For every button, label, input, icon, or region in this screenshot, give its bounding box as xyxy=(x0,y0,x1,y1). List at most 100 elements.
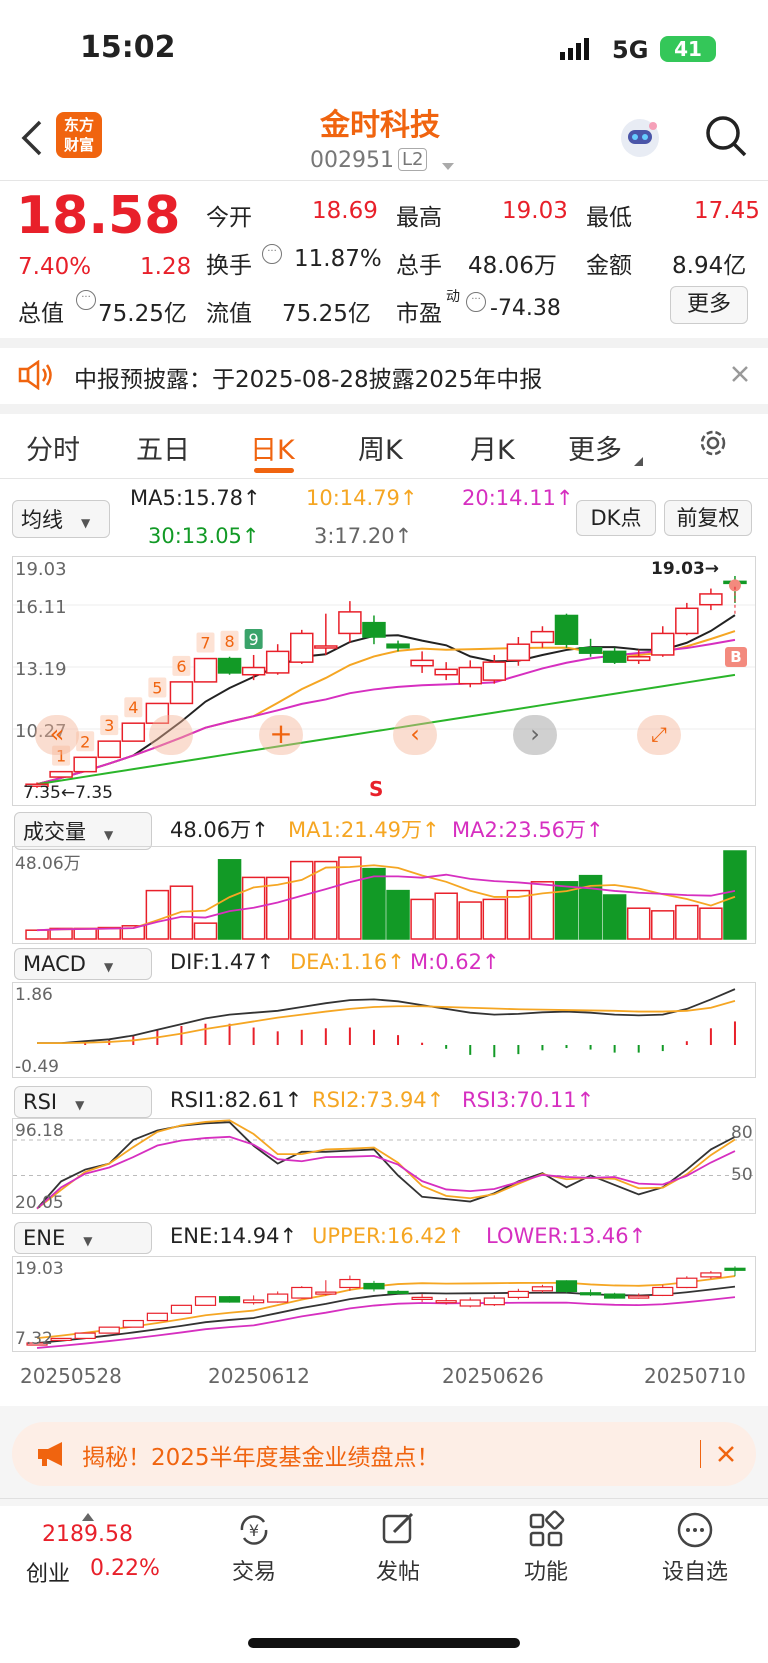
more-button[interactable]: 更多 xyxy=(670,286,748,324)
info-dots-icon[interactable]: ··· xyxy=(262,244,282,264)
caret-down-icon: ▼ xyxy=(75,1098,85,1112)
zoom-in-button[interactable]: + xyxy=(259,715,303,755)
scroll-right-button[interactable]: › xyxy=(513,715,557,755)
caret-down-icon: ▼ xyxy=(103,960,114,974)
settings-gear-icon[interactable] xyxy=(696,426,730,460)
rsi-line xyxy=(36,1119,736,1210)
scroll-left-button[interactable]: ‹ xyxy=(393,715,437,755)
macd-dif: DIF:1.47↑ xyxy=(170,950,275,974)
volume-bar xyxy=(602,894,627,940)
edit-icon xyxy=(382,1512,414,1544)
rsi-panel[interactable]: 96.18 20.05 80 50 xyxy=(12,1118,756,1214)
ma20-value: 20:14.11↑ xyxy=(462,486,574,510)
nav-trade[interactable]: ¥ 交易 xyxy=(214,1510,294,1590)
buy-signal-badge: B xyxy=(725,647,747,667)
date-label-3: 20250626 xyxy=(442,1364,544,1388)
close-icon[interactable] xyxy=(716,1444,736,1464)
ene-candle-body xyxy=(363,1282,385,1290)
candle-body xyxy=(699,593,723,606)
volume-panel[interactable]: 48.06万 xyxy=(12,846,756,944)
indicator-select-ene[interactable]: ENE ▼ xyxy=(14,1222,152,1254)
indicator-select-macd[interactable]: MACD ▼ xyxy=(14,948,152,980)
macd-axis-bottom: -0.49 xyxy=(15,1057,59,1077)
yuan-cycle-icon: ¥ xyxy=(240,1515,268,1545)
fullscreen-icon[interactable]: ⤢ xyxy=(637,715,681,755)
info-dots-icon[interactable]: ··· xyxy=(76,290,96,310)
notice-text[interactable]: 中报预披露：于2025-08-28披露2025年中报 xyxy=(74,360,542,394)
volume-bar xyxy=(410,898,434,940)
section-gap xyxy=(0,404,768,414)
scroll-left-fast-button[interactable]: « xyxy=(35,715,79,755)
rsi-axis-top: 96.18 xyxy=(15,1121,64,1141)
volume-bar xyxy=(434,892,458,940)
indicator-select-rsi[interactable]: RSI ▼ xyxy=(14,1086,152,1118)
close-icon[interactable] xyxy=(730,364,750,384)
high-value: 19.03 xyxy=(502,198,568,224)
ene-panel[interactable]: 19.03 7.32 xyxy=(12,1256,756,1352)
high-label: 最高 xyxy=(396,205,442,231)
zoom-out-button[interactable] xyxy=(149,715,193,755)
candle-body xyxy=(458,666,482,685)
level-badge[interactable]: L2 xyxy=(398,148,428,171)
index-value: 2189.58 xyxy=(42,1522,133,1547)
ene-candle-body xyxy=(652,1286,674,1297)
rsi-line xyxy=(36,1135,736,1210)
last-price: 18.58 xyxy=(16,186,181,246)
candle-body xyxy=(434,668,458,676)
ene-candle-body xyxy=(170,1304,193,1314)
tab-intraday[interactable]: 分时 xyxy=(26,428,80,467)
ene-candle-body xyxy=(411,1296,433,1300)
search-icon[interactable] xyxy=(704,114,748,158)
ma5-value: MA5:15.78↑ xyxy=(130,486,261,510)
ene-candle-body xyxy=(194,1296,217,1306)
tab-more[interactable]: 更多 xyxy=(568,428,622,467)
candle-body xyxy=(675,607,699,635)
tab-daily-k[interactable]: 日K xyxy=(250,428,295,467)
home-indicator xyxy=(248,1638,520,1648)
candle-body xyxy=(217,657,242,674)
pe-label: 市盈 xyxy=(396,301,442,327)
promo-text[interactable]: 揭秘！2025半年度基金业绩盘点！ xyxy=(82,1438,440,1472)
candle-body xyxy=(169,681,194,705)
rsi3-value: RSI3:70.11↑ xyxy=(462,1088,595,1112)
rsi-line xyxy=(36,1121,736,1210)
index-widget[interactable]: 2189.58 创业 0.22% xyxy=(0,1506,180,1592)
robot-avatar-icon[interactable] xyxy=(618,116,662,160)
ene-candle-body xyxy=(604,1293,626,1299)
date-label-2: 20250612 xyxy=(208,1364,310,1388)
nav-add-watchlist[interactable]: 设自选 xyxy=(650,1510,740,1590)
dk-point-button[interactable]: DK点 xyxy=(576,500,656,536)
ene-candle-body xyxy=(122,1319,144,1328)
count-label: 8 xyxy=(224,632,234,651)
ene-line xyxy=(36,1285,736,1344)
adjust-button[interactable]: 前复权 xyxy=(664,500,752,536)
ene-candle-body xyxy=(579,1292,602,1296)
section-gap xyxy=(0,338,768,348)
promo-banner[interactable]: 揭秘！2025半年度基金业绩盘点！ xyxy=(12,1422,756,1486)
tab-monthly-k[interactable]: 月K xyxy=(470,428,515,467)
ene-axis-top: 19.03 xyxy=(15,1259,64,1279)
tab-five-day[interactable]: 五日 xyxy=(136,428,190,467)
ene-candle-body xyxy=(50,1337,72,1342)
chevron-down-icon[interactable] xyxy=(440,156,456,170)
info-dots-icon[interactable]: ··· xyxy=(466,292,486,312)
indicator-select-volume[interactable]: 成交量 ▼ xyxy=(14,812,152,850)
nav-functions[interactable]: 功能 xyxy=(506,1510,586,1590)
volume-bar xyxy=(506,889,531,940)
ene-candle-body xyxy=(243,1299,265,1304)
ene-candle-body xyxy=(676,1277,698,1289)
tab-weekly-k[interactable]: 周K xyxy=(358,428,403,467)
back-icon[interactable] xyxy=(18,118,48,158)
count-label: 9 xyxy=(249,630,259,649)
macd-panel[interactable]: 1.86 -0.49 xyxy=(12,982,756,1078)
ene-line xyxy=(36,1275,736,1340)
ene-candle-body xyxy=(724,1267,746,1271)
change-amount: 1.28 xyxy=(140,254,192,280)
nav-post[interactable]: 发帖 xyxy=(358,1510,438,1590)
candlestick-panel[interactable]: 123456789 19.03 16.11 13.19 10.27 19.03→… xyxy=(12,556,756,806)
volume-value: 48.06万 xyxy=(468,253,557,279)
indicator-select-ma[interactable]: 均线 ▼ xyxy=(12,500,110,538)
ma30-value: 30:13.05↑ xyxy=(148,524,260,548)
period-tabs: 分时 五日 日K 周K 月K 更多 xyxy=(0,428,768,468)
count-label: 5 xyxy=(152,678,162,697)
